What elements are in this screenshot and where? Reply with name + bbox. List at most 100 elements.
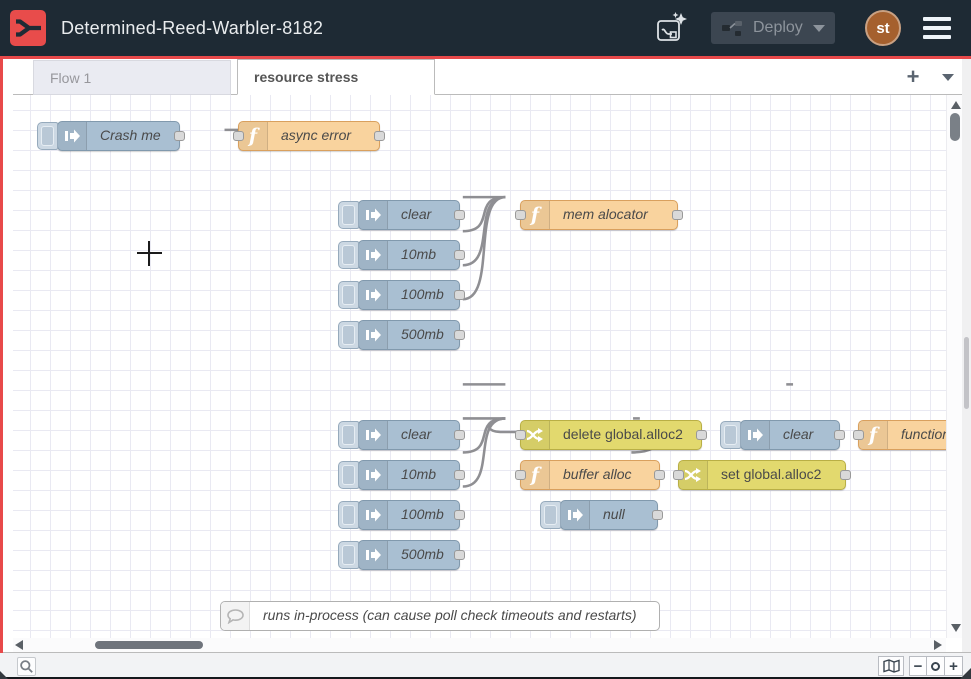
node-function-mem-alocator[interactable]: fmem alocator xyxy=(520,200,678,230)
wire-layer xyxy=(13,95,962,638)
node-inject-10mb-1[interactable]: 10mb xyxy=(358,240,460,270)
flow-canvas[interactable]: Crash me fasync error clear 10mb 100mb 500mb f… xyxy=(13,95,962,638)
node-label: clear xyxy=(388,421,443,449)
node-inject-clear-2[interactable]: clear xyxy=(358,420,460,450)
node-inject-crash-me[interactable]: Crash me xyxy=(57,121,180,151)
node-label: 100mb xyxy=(388,281,456,309)
vertical-scrollbar[interactable] xyxy=(946,95,962,638)
main-menu-button[interactable] xyxy=(923,15,951,41)
node-output-port[interactable] xyxy=(174,131,185,141)
vertical-scrollbar-thumb[interactable] xyxy=(950,113,960,141)
node-output-port[interactable] xyxy=(654,470,665,480)
node-input-port[interactable] xyxy=(673,470,684,480)
resize-grip[interactable] xyxy=(960,668,971,679)
inject-trigger-button[interactable] xyxy=(338,501,359,529)
node-input-port[interactable] xyxy=(515,430,526,440)
tab-bar-controls: + xyxy=(900,59,954,95)
inject-trigger-button[interactable] xyxy=(338,541,359,569)
inject-arrow-icon xyxy=(359,421,388,449)
node-label: Crash me xyxy=(87,122,173,150)
node-input-port[interactable] xyxy=(853,430,864,440)
inject-trigger-button[interactable] xyxy=(338,281,359,309)
flow-list-caret-icon[interactable] xyxy=(942,74,954,81)
page-scrollbar[interactable] xyxy=(962,59,971,653)
search-button[interactable] xyxy=(17,657,36,676)
deploy-dropdown-caret-icon[interactable] xyxy=(813,25,825,32)
node-output-port[interactable] xyxy=(454,290,465,300)
node-output-port[interactable] xyxy=(454,250,465,260)
node-output-port[interactable] xyxy=(454,470,465,480)
flow-tab-bar: Flow 1 resource stress + xyxy=(13,59,962,95)
scroll-right-arrow-icon[interactable] xyxy=(934,640,942,650)
inject-arrow-icon xyxy=(359,321,388,349)
node-inject-500mb-1[interactable]: 500mb xyxy=(358,320,460,350)
node-output-port[interactable] xyxy=(454,430,465,440)
window-corner xyxy=(0,671,8,679)
hamburger-menu-icon xyxy=(923,17,951,21)
node-label: 10mb xyxy=(388,461,448,489)
inject-trigger-button[interactable] xyxy=(720,421,741,449)
inject-arrow-icon xyxy=(359,461,388,489)
scroll-up-arrow-icon[interactable] xyxy=(951,101,961,109)
search-icon xyxy=(19,659,34,674)
scroll-down-arrow-icon[interactable] xyxy=(951,624,961,632)
accent-border-top xyxy=(0,56,971,59)
scroll-left-arrow-icon[interactable] xyxy=(15,640,23,650)
node-output-port[interactable] xyxy=(834,430,845,440)
node-change-set-global-alloc2[interactable]: set global.alloc2 xyxy=(678,460,846,490)
inject-arrow-icon xyxy=(741,421,770,449)
inject-trigger-button[interactable] xyxy=(338,201,359,229)
node-inject-clear-1[interactable]: clear xyxy=(358,200,460,230)
flowfuse-logo[interactable] xyxy=(10,10,46,46)
node-output-port[interactable] xyxy=(454,510,465,520)
node-label: 100mb xyxy=(388,501,456,529)
zoom-out-button[interactable]: − xyxy=(909,656,927,676)
deploy-button[interactable]: Deploy xyxy=(711,12,835,44)
zoom-reset-button[interactable] xyxy=(927,656,945,676)
node-inject-100mb-1[interactable]: 100mb xyxy=(358,280,460,310)
horizontal-scrollbar-thumb[interactable] xyxy=(95,641,203,649)
inject-trigger-button[interactable] xyxy=(37,122,58,150)
ai-assistant-button[interactable] xyxy=(653,11,689,45)
node-function-async-error[interactable]: fasync error xyxy=(238,121,380,151)
inject-trigger-button[interactable] xyxy=(338,321,359,349)
node-input-port[interactable] xyxy=(515,210,526,220)
node-output-port[interactable] xyxy=(672,210,683,220)
inject-arrow-icon xyxy=(561,501,590,529)
node-function-buffer-alloc[interactable]: fbuffer alloc xyxy=(520,460,660,490)
header-bar: Determined-Reed-Warbler-8182 Deploy st xyxy=(0,0,971,56)
node-output-port[interactable] xyxy=(374,131,385,141)
node-input-port[interactable] xyxy=(515,470,526,480)
node-output-port[interactable] xyxy=(454,550,465,560)
navigator-button[interactable] xyxy=(878,656,904,676)
tab-resource-stress[interactable]: resource stress xyxy=(237,59,435,95)
zoom-reset-icon xyxy=(931,662,940,671)
deploy-flow-icon xyxy=(721,21,743,36)
page-scrollbar-thumb[interactable] xyxy=(964,337,969,409)
view-controls: − + xyxy=(878,656,965,676)
node-inject-500mb-2[interactable]: 500mb xyxy=(358,540,460,570)
node-output-port[interactable] xyxy=(840,470,851,480)
node-inject-clear-3[interactable]: clear xyxy=(740,420,840,450)
add-flow-button[interactable]: + xyxy=(900,60,926,94)
node-comment-runs-in-process[interactable]: runs in-process (can cause poll check ti… xyxy=(220,601,660,631)
node-output-port[interactable] xyxy=(696,430,707,440)
node-change-delete-global-alloc2[interactable]: delete global.alloc2 xyxy=(520,420,702,450)
node-inject-10mb-2[interactable]: 10mb xyxy=(358,460,460,490)
node-output-port[interactable] xyxy=(454,330,465,340)
tab-flow-1[interactable]: Flow 1 xyxy=(33,60,231,95)
node-input-port[interactable] xyxy=(233,131,244,141)
horizontal-scrollbar[interactable] xyxy=(13,638,946,652)
inject-trigger-button[interactable] xyxy=(338,241,359,269)
inject-trigger-button[interactable] xyxy=(338,421,359,449)
node-inject-100mb-2[interactable]: 100mb xyxy=(358,500,460,530)
node-output-port[interactable] xyxy=(454,210,465,220)
navigator-map-icon xyxy=(883,659,900,673)
inject-trigger-button[interactable] xyxy=(540,501,561,529)
node-inject-null[interactable]: null xyxy=(560,500,658,530)
node-output-port[interactable] xyxy=(652,510,663,520)
inject-trigger-button[interactable] xyxy=(338,461,359,489)
user-avatar[interactable]: st xyxy=(865,10,901,46)
deploy-button-label: Deploy xyxy=(753,19,803,37)
node-label: 500mb xyxy=(388,321,456,349)
